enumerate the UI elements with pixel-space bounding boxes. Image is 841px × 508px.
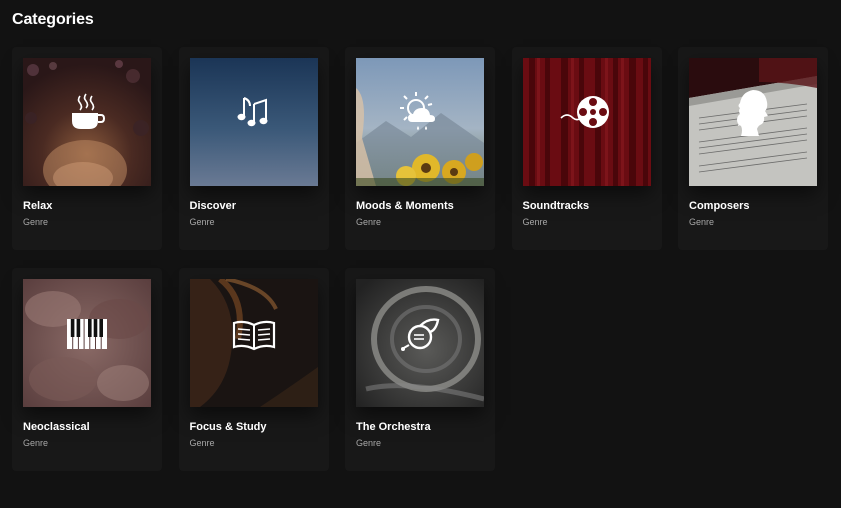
category-subtitle: Genre — [189, 438, 215, 448]
category-title: Relax — [23, 200, 53, 212]
sun-cloud-rain-icon — [400, 92, 435, 130]
category-subtitle: Genre — [356, 217, 382, 227]
category-artwork — [356, 58, 484, 186]
category-card-soundtracks[interactable]: Soundtracks Genre — [511, 47, 662, 250]
section-title: Categories — [12, 11, 94, 28]
category-title: Moods & Moments — [356, 200, 454, 212]
category-artwork — [189, 279, 318, 407]
category-artwork — [189, 58, 318, 186]
piano-keys-icon — [67, 319, 107, 349]
category-grid: Relax Genre Discover Genre Moods & Momen… — [12, 47, 828, 471]
music-notes-icon — [237, 97, 267, 127]
category-artwork — [23, 279, 151, 407]
category-card-composers[interactable]: Composers Genre — [678, 47, 828, 250]
categories-page: Categories Relax Genre Discover Genre Mo… — [0, 0, 841, 508]
open-book-icon — [232, 320, 275, 351]
category-card-focus-study[interactable]: Focus & Study Genre — [178, 268, 329, 471]
category-subtitle: Genre — [23, 438, 49, 448]
category-subtitle: Genre — [189, 217, 215, 227]
category-title: Soundtracks — [522, 200, 590, 212]
category-subtitle: Genre — [356, 438, 382, 448]
category-title: Discover — [189, 200, 236, 212]
category-title: Composers — [689, 200, 750, 212]
category-artwork — [23, 58, 151, 186]
composer-silhouette-icon — [737, 90, 768, 136]
category-subtitle: Genre — [23, 217, 49, 227]
coffee-cup-icon — [72, 93, 105, 129]
category-card-relax[interactable]: Relax Genre — [12, 47, 162, 250]
category-artwork — [522, 58, 651, 186]
category-title: Neoclassical — [23, 421, 90, 433]
category-artwork — [356, 279, 484, 407]
film-reel-icon — [559, 96, 609, 128]
category-subtitle: Genre — [689, 217, 715, 227]
category-card-discover[interactable]: Discover Genre — [178, 47, 329, 250]
category-card-neoclassical[interactable]: Neoclassical Genre — [12, 268, 162, 471]
category-artwork — [689, 58, 817, 186]
category-card-the-orchestra[interactable]: The Orchestra Genre — [345, 268, 495, 471]
category-subtitle: Genre — [522, 217, 548, 227]
category-title: Focus & Study — [189, 421, 267, 433]
french-horn-icon — [401, 318, 440, 351]
category-card-moods-moments[interactable]: Moods & Moments Genre — [345, 47, 495, 250]
category-title: The Orchestra — [356, 421, 431, 433]
